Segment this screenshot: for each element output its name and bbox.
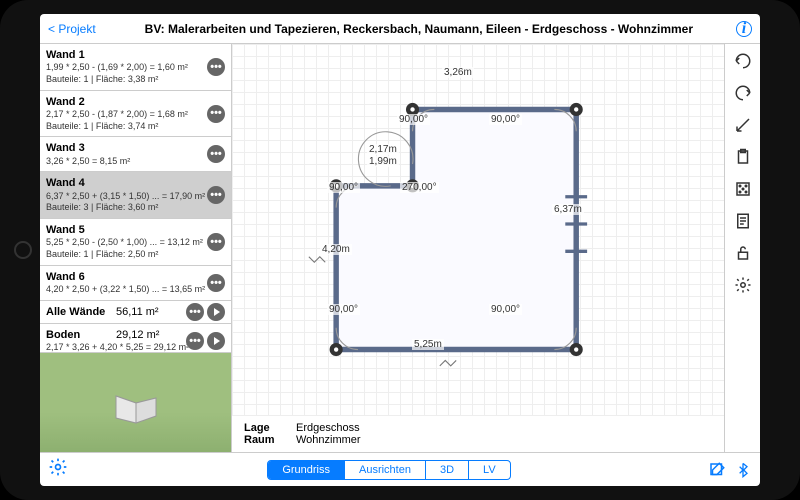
wall-item[interactable]: Wand 64,20 * 2,50 + (3,22 * 1,50) ... = …	[40, 266, 231, 301]
wall-parts: Bauteile: 1 | Fläche: 3,38 m²	[46, 74, 225, 86]
wall-parts: Bauteile: 1 | Fläche: 3,74 m²	[46, 121, 225, 133]
undo-icon[interactable]	[732, 50, 754, 72]
tab-grundriss[interactable]: Grundriss	[268, 461, 345, 479]
wall-name: Wand 5	[46, 223, 225, 237]
more-icon[interactable]: •••	[186, 332, 204, 350]
lage-value: Erdgeschoss	[296, 422, 360, 434]
wall-calc: 6,37 * 2,50 + (3,15 * 1,50) ... = 17,90 …	[46, 191, 225, 203]
more-icon[interactable]: •••	[186, 303, 204, 321]
document-icon[interactable]	[732, 210, 754, 232]
wall-more-icon[interactable]: •••	[207, 145, 225, 163]
layers-icon[interactable]	[732, 178, 754, 200]
lock-icon[interactable]	[732, 242, 754, 264]
dim-notch-w: 2,17m	[367, 144, 399, 155]
all-walls-label: Alle Wände	[46, 305, 116, 319]
wall-name: Wand 3	[46, 141, 225, 155]
wall-more-icon[interactable]: •••	[207, 58, 225, 76]
wall-name: Wand 6	[46, 270, 225, 284]
bottombar: GrundrissAusrichten3DLV	[40, 452, 760, 486]
wall-name: Wand 2	[46, 95, 225, 109]
dim-notch-h: 1,99m	[367, 156, 399, 167]
floorplan-canvas[interactable]: 3,26m 6,37m 5,25m 4,20m 2,17m 1,99m 90,0…	[232, 44, 724, 415]
sidebar: Wand 11,99 * 2,50 - (1,69 * 2,00) = 1,60…	[40, 44, 232, 452]
back-button[interactable]: < Projekt	[48, 22, 96, 36]
measure-icon[interactable]	[732, 114, 754, 136]
angle-ml: 90,00°	[327, 182, 360, 193]
play-icon[interactable]	[207, 332, 225, 350]
wall-calc: 5,25 * 2,50 - (2,50 * 1,00) ... = 13,12 …	[46, 237, 225, 249]
lage-label: Lage	[244, 422, 284, 434]
wall-parts: Bauteile: 3 | Fläche: 3,60 m²	[46, 202, 225, 214]
wall-more-icon[interactable]: •••	[207, 233, 225, 251]
wall-item[interactable]: Wand 22,17 * 2,50 - (1,87 * 2,00) = 1,68…	[40, 91, 231, 138]
dim-right: 6,37m	[552, 204, 584, 215]
wall-calc: 4,20 * 2,50 + (3,22 * 1,50) ... = 13,65 …	[46, 284, 225, 296]
toolbar	[724, 44, 760, 452]
wall-item[interactable]: Wand 46,37 * 2,50 + (3,15 * 1,50) ... = …	[40, 172, 231, 219]
bluetooth-icon[interactable]	[734, 461, 752, 479]
floor-label: Boden	[46, 328, 116, 342]
wall-item[interactable]: Wand 11,99 * 2,50 - (1,69 * 2,00) = 1,60…	[40, 44, 231, 91]
wall-parts: Bauteile: 1 | Fläche: 2,50 m²	[46, 249, 225, 261]
raum-value: Wohnzimmer	[296, 434, 361, 446]
edit-icon[interactable]	[708, 461, 726, 479]
angle-bl: 90,00°	[327, 304, 360, 315]
angle-inner: 270,00°	[400, 182, 439, 193]
wall-more-icon[interactable]: •••	[207, 186, 225, 204]
tab-lv[interactable]: LV	[469, 461, 510, 479]
all-walls-value: 56,11 m²	[116, 306, 159, 318]
dim-left: 4,20m	[320, 244, 352, 255]
topbar: < Projekt BV: Malerarbeiten und Tapezier…	[40, 14, 760, 44]
summary-all-walls[interactable]: Alle Wände56,11 m² •••	[40, 301, 231, 324]
home-button[interactable]	[14, 241, 32, 259]
play-icon[interactable]	[207, 303, 225, 321]
angle-br: 90,00°	[489, 304, 522, 315]
wall-item[interactable]: Wand 33,26 * 2,50 = 8,15 m²•••	[40, 137, 231, 172]
info-icon[interactable]: i	[736, 21, 752, 37]
wall-name: Wand 1	[46, 48, 225, 62]
preview-3d[interactable]	[40, 352, 231, 452]
page-title: BV: Malerarbeiten und Tapezieren, Recker…	[102, 22, 736, 36]
wall-item[interactable]: Wand 55,25 * 2,50 - (2,50 * 1,00) ... = …	[40, 219, 231, 266]
angle-tl: 90,00°	[397, 114, 430, 125]
wall-calc: 1,99 * 2,50 - (1,69 * 2,00) = 1,60 m²	[46, 62, 225, 74]
redo-icon[interactable]	[732, 82, 754, 104]
wall-name: Wand 4	[46, 176, 225, 190]
angle-tr: 90,00°	[489, 114, 522, 125]
floor-value: 29,12 m²	[116, 329, 159, 341]
room-meta: Lage Erdgeschoss Raum Wohnzimmer	[232, 415, 724, 452]
dim-top: 3,26m	[442, 67, 474, 78]
raum-label: Raum	[244, 434, 284, 446]
wall-more-icon[interactable]: •••	[207, 105, 225, 123]
tab-3d[interactable]: 3D	[426, 461, 469, 479]
summary-floor[interactable]: Boden29,12 m²2,17 * 3,26 + 4,20 * 5,25 =…	[40, 324, 231, 352]
view-tabs: GrundrissAusrichten3DLV	[267, 460, 510, 480]
tab-ausrichten[interactable]: Ausrichten	[345, 461, 426, 479]
dim-bottom: 5,25m	[412, 339, 444, 350]
wall-more-icon[interactable]: •••	[207, 274, 225, 292]
clipboard-icon[interactable]	[732, 146, 754, 168]
wall-calc: 3,26 * 2,50 = 8,15 m²	[46, 156, 225, 168]
wall-calc: 2,17 * 2,50 - (1,87 * 2,00) = 1,68 m²	[46, 109, 225, 121]
settings-icon[interactable]	[48, 457, 70, 482]
gear-icon[interactable]	[732, 274, 754, 296]
